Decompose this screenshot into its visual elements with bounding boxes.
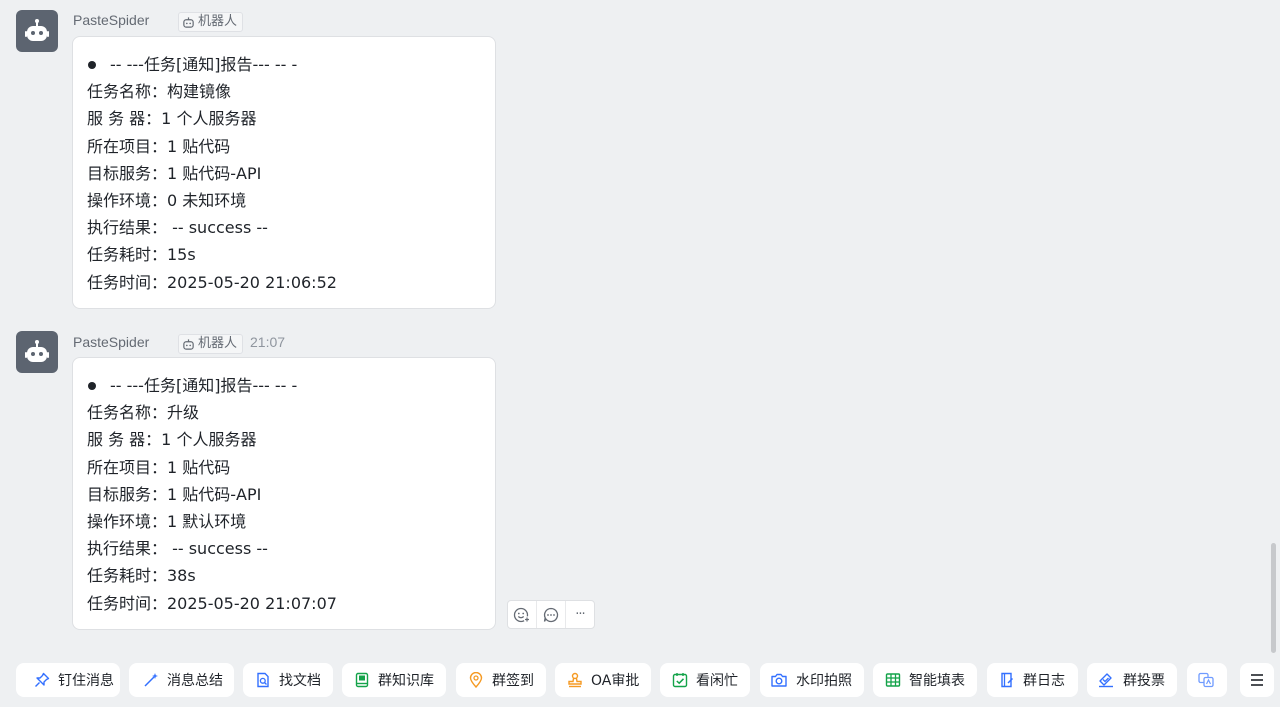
bot-badge: 机器人 <box>178 334 244 354</box>
more-icon: ··· <box>575 607 585 622</box>
bot-badge-label: 机器人 <box>198 14 238 29</box>
sparkle-icon <box>144 673 158 687</box>
translate-icon <box>1198 672 1214 688</box>
log-icon <box>1001 672 1014 688</box>
reply-icon <box>543 607 559 622</box>
duration-line: 任务耗时：38s <box>87 566 196 586</box>
report-header-line: -- ---任务[通知]报告--- -- - <box>87 372 481 399</box>
hamburger-menu-icon <box>1251 674 1263 686</box>
task-name-line: 任务名称：升级 <box>87 403 200 423</box>
reply-button[interactable] <box>537 601 566 628</box>
tool-smart-form[interactable]: 智能填表 <box>873 663 977 697</box>
tool-label: 钉住消息 <box>58 673 114 689</box>
camera-icon <box>771 673 787 687</box>
task-name-line: 任务名称：构建镜像 <box>87 82 232 102</box>
knowledge-base-icon <box>355 672 369 688</box>
bullet <box>88 60 96 69</box>
tool-watermark-photo[interactable]: 水印拍照 <box>760 663 864 697</box>
message-bubble[interactable]: -- ---任务[通知]报告--- -- - 任务名称：升级 服 务 器：1 个… <box>72 357 496 630</box>
server-line: 服 务 器：1 个人服务器 <box>87 430 257 450</box>
tool-label: 群日志 <box>1023 673 1065 689</box>
calendar-check-icon <box>672 673 688 688</box>
message-bubble[interactable]: -- ---任务[通知]报告--- -- - 任务名称：构建镜像 服 务 器：1… <box>72 36 496 309</box>
result-line: 执行结果： -- success -- <box>87 218 268 238</box>
stamp-icon <box>568 672 582 688</box>
target-service-line: 目标服务：1 贴代码-API <box>87 484 262 504</box>
duration-line: 任务耗时：15s <box>87 245 196 265</box>
more-actions-button[interactable]: ··· <box>566 601 594 628</box>
bot-avatar[interactable] <box>16 10 58 52</box>
robot-icon <box>25 340 49 362</box>
tool-label: 找文档 <box>279 673 321 689</box>
tool-label: 群投票 <box>1123 673 1165 689</box>
table-icon <box>885 673 901 687</box>
bot-badge-label: 机器人 <box>198 336 238 351</box>
result-line: 执行结果： -- success -- <box>87 539 268 559</box>
sender-name[interactable]: PasteSpider <box>73 334 149 350</box>
tool-translate[interactable] <box>1187 663 1227 697</box>
message-actions: ··· <box>507 600 595 629</box>
doc-search-icon <box>257 672 269 688</box>
task-time-line: 任务时间：2025-05-20 21:06:52 <box>87 272 337 292</box>
tool-group-vote[interactable]: 群投票 <box>1087 663 1177 697</box>
tool-oa-approval[interactable]: OA审批 <box>555 663 651 697</box>
scrollbar[interactable] <box>1271 543 1276 653</box>
environment-line: 操作环境：0 未知环境 <box>87 190 247 210</box>
toolbar-menu-button[interactable] <box>1240 663 1274 697</box>
task-time-line: 任务时间：2025-05-20 21:07:07 <box>87 593 337 613</box>
add-reaction-button[interactable] <box>508 601 537 628</box>
tool-label: OA审批 <box>591 673 640 689</box>
bot-badge: 机器人 <box>178 12 244 32</box>
report-header-line: -- ---任务[通知]报告--- -- - <box>87 51 481 78</box>
tool-message-summary[interactable]: 消息总结 <box>129 663 234 697</box>
tool-label: 智能填表 <box>909 673 965 689</box>
vote-icon <box>1099 673 1113 688</box>
sender-name[interactable]: PasteSpider <box>73 12 149 28</box>
tool-group-knowledge[interactable]: 群知识库 <box>342 663 446 697</box>
tool-pin-message[interactable]: 钉住消息 <box>16 663 120 697</box>
tool-label: 群签到 <box>492 673 534 689</box>
tool-label: 消息总结 <box>167 673 223 689</box>
tool-group-log[interactable]: 群日志 <box>987 663 1078 697</box>
robot-icon <box>25 19 49 41</box>
report-header: -- ---任务[通知]报告--- -- - <box>110 55 298 74</box>
project-line: 所在项目：1 贴代码 <box>87 136 231 156</box>
pin-icon <box>35 672 50 687</box>
location-checkin-icon <box>469 672 483 688</box>
target-service-line: 目标服务：1 贴代码-API <box>87 163 262 183</box>
bot-avatar[interactable] <box>16 331 58 373</box>
project-line: 所在项目：1 贴代码 <box>87 457 231 477</box>
environment-line: 操作环境：1 默认环境 <box>87 511 247 531</box>
chat-toolbar: 钉住消息 消息总结 找文档 群知识库 群签到 OA审批 看闲忙 水印拍照 智能填… <box>0 663 1280 697</box>
tool-label: 群知识库 <box>378 673 434 689</box>
robot-icon <box>183 16 194 28</box>
tool-group-checkin[interactable]: 群签到 <box>456 663 546 697</box>
tool-find-doc[interactable]: 找文档 <box>243 663 333 697</box>
tool-label: 看闲忙 <box>696 673 738 689</box>
robot-icon <box>183 338 194 350</box>
emoji-add-icon <box>513 607 531 623</box>
report-header: -- ---任务[通知]报告--- -- - <box>110 376 298 395</box>
message-time: 21:07 <box>250 334 286 350</box>
tool-check-availability[interactable]: 看闲忙 <box>660 663 750 697</box>
bullet <box>88 381 96 390</box>
tool-label: 水印拍照 <box>796 673 852 689</box>
server-line: 服 务 器：1 个人服务器 <box>87 109 257 129</box>
